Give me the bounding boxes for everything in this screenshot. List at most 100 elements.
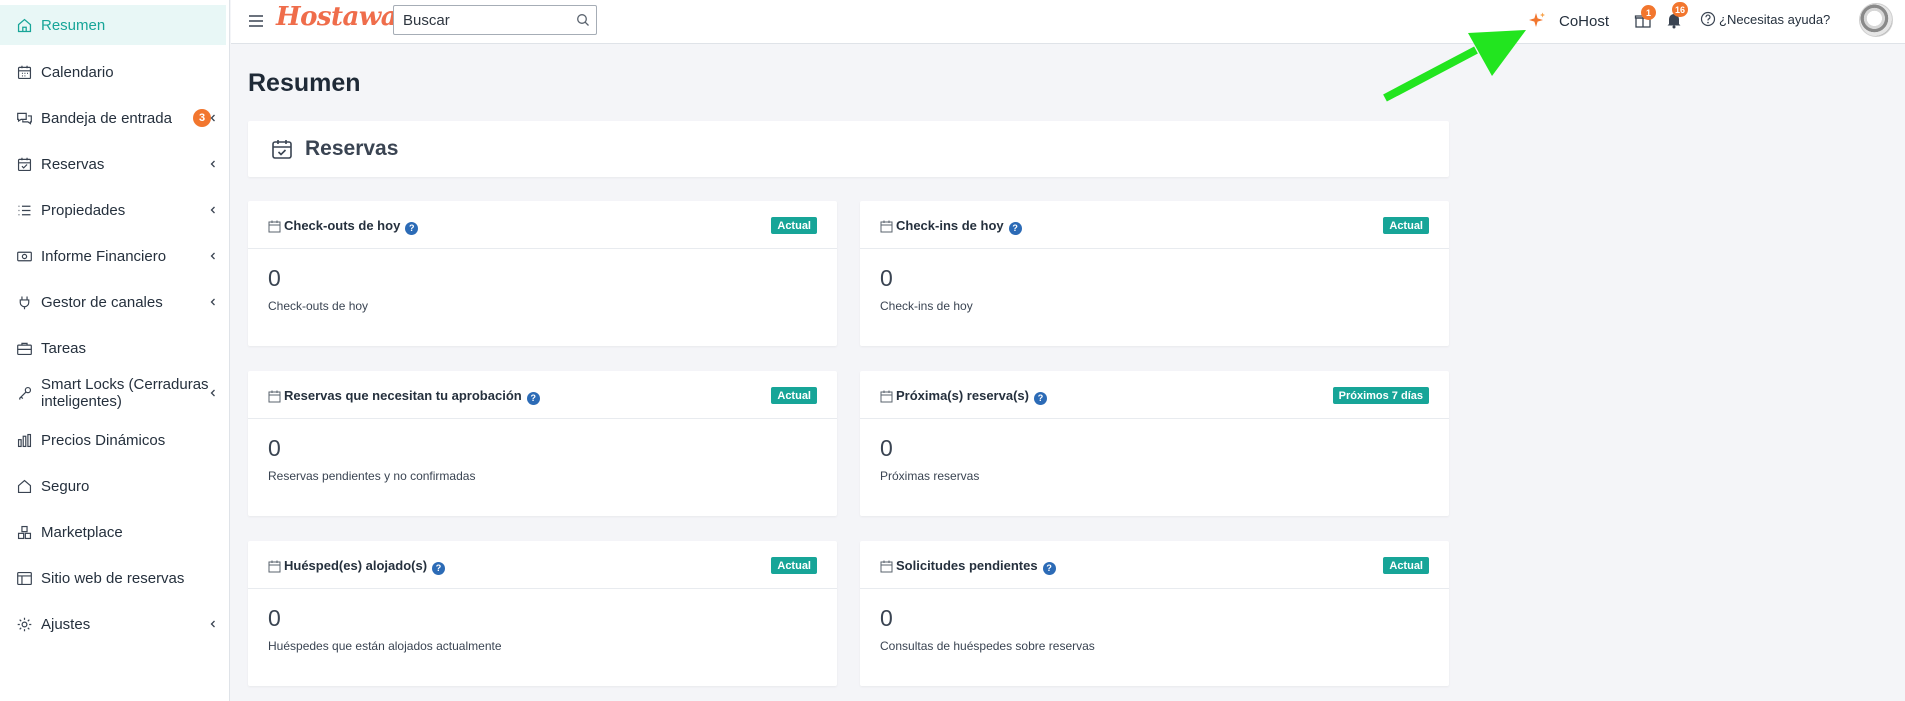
card-subtitle: Consultas de huéspedes sobre reservas xyxy=(880,639,1095,653)
annotation-arrow-icon xyxy=(1383,30,1526,102)
card-header: Reservas que necesitan tu aprobación? Ac… xyxy=(248,371,837,419)
calendar-check-icon xyxy=(14,154,34,174)
question-icon[interactable]: ? xyxy=(405,221,419,235)
card-value: 0 xyxy=(268,605,281,631)
card-title: Próxima(s) reserva(s)? xyxy=(896,388,1047,405)
question-icon[interactable]: ? xyxy=(1042,561,1056,575)
sidebar-item-propiedades[interactable]: Propiedades xyxy=(0,190,226,230)
sidebar-item-informe-financiero[interactable]: Informe Financiero xyxy=(0,236,226,276)
sidebar-item-resumen[interactable]: Resumen xyxy=(0,5,226,45)
list-icon xyxy=(14,200,34,220)
card-subtitle: Check-outs de hoy xyxy=(268,299,369,313)
sidebar-item-label: Informe Financiero xyxy=(41,247,167,265)
card-header: Check-outs de hoy? Actual xyxy=(248,201,837,249)
help-label: ¿Necesitas ayuda? xyxy=(1719,11,1831,27)
sidebar-item-ajustes[interactable]: Ajustes xyxy=(0,604,226,644)
card-header: Check-ins de hoy? Actual xyxy=(860,201,1449,249)
search-box xyxy=(393,5,597,35)
sidebar-item-smart-locks[interactable]: Smart Locks (Cerraduras inteligentes) xyxy=(0,373,226,413)
search-input[interactable] xyxy=(394,6,569,34)
sidebar-item-label: Smart Locks (Cerraduras inteligentes) xyxy=(41,376,209,410)
key-icon xyxy=(14,383,34,403)
stat-card[interactable]: Próxima(s) reserva(s)? Próximos 7 días 0… xyxy=(860,371,1449,516)
sidebar-item-marketplace[interactable]: Marketplace xyxy=(0,512,226,552)
chat-bubbles-icon xyxy=(14,108,34,128)
avatar[interactable] xyxy=(1859,3,1893,37)
gear-icon xyxy=(14,614,34,634)
sidebar-item-seguro[interactable]: Seguro xyxy=(0,466,226,506)
hamburger-menu-icon[interactable] xyxy=(247,12,265,30)
card-header: Solicitudes pendientes? Actual xyxy=(860,541,1449,589)
sidebar: Resumen Calendario Bandeja de entrada 3 … xyxy=(0,0,230,701)
chevron-left-icon xyxy=(210,114,215,122)
card-subtitle: Huéspedes que están alojados actualmente xyxy=(268,639,502,653)
sparkle-icon xyxy=(1529,12,1545,27)
calendar-small-icon xyxy=(268,560,281,573)
reservas-section-header: Reservas xyxy=(248,121,1449,177)
sidebar-item-label: Reservas xyxy=(41,155,105,173)
calendar-small-icon xyxy=(880,220,893,233)
sidebar-item-label: Precios Dinámicos xyxy=(41,431,166,449)
card-value: 0 xyxy=(880,435,893,461)
card-title: Huésped(es) alojado(s)? xyxy=(284,558,446,575)
sidebar-item-calendario[interactable]: Calendario xyxy=(0,52,226,92)
calendar-check-icon xyxy=(272,140,292,159)
bar-chart-icon xyxy=(14,430,34,450)
house-shield-icon xyxy=(14,476,34,496)
help-link[interactable]: ¿Necesitas ayuda? xyxy=(1700,11,1830,27)
chevron-left-icon xyxy=(210,160,215,168)
question-icon[interactable]: ? xyxy=(1008,221,1022,235)
sidebar-item-reservas[interactable]: Reservas xyxy=(0,144,226,184)
sidebar-item-sitio-web[interactable]: Sitio web de reservas xyxy=(0,558,226,598)
gift-badge: 1 xyxy=(1641,5,1656,20)
question-icon[interactable]: ? xyxy=(432,561,446,575)
hostaway-logo[interactable]: Hostaway xyxy=(276,2,412,32)
card-value: 0 xyxy=(268,435,281,461)
sidebar-item-label: Marketplace xyxy=(41,523,123,541)
calendar-small-icon xyxy=(880,390,893,403)
top-bar: Hostaway CoHost 1 16 ¿Necesitas ayuda? xyxy=(231,0,1905,44)
website-icon xyxy=(14,568,34,588)
sidebar-item-label: Propiedades xyxy=(41,201,126,219)
calendar-small-icon xyxy=(268,220,281,233)
calendar-small-icon xyxy=(268,390,281,403)
stat-card[interactable]: Check-outs de hoy? Actual 0 Check-outs d… xyxy=(248,201,837,346)
question-icon[interactable]: ? xyxy=(526,391,540,405)
sidebar-item-label: Tareas xyxy=(41,339,87,357)
card-title: Solicitudes pendientes? xyxy=(896,558,1056,575)
plug-icon xyxy=(14,292,34,312)
sidebar-item-label: Bandeja de entrada xyxy=(41,109,172,127)
card-title: Check-ins de hoy? xyxy=(896,218,1022,235)
stat-card[interactable]: Check-ins de hoy? Actual 0 Check-ins de … xyxy=(860,201,1449,346)
money-icon xyxy=(14,246,34,266)
card-value: 0 xyxy=(268,265,281,291)
sidebar-item-gestor-canales[interactable]: Gestor de canales xyxy=(0,282,226,322)
sidebar-item-tareas[interactable]: Tareas xyxy=(0,328,226,368)
chevron-left-icon xyxy=(210,252,215,260)
section-title: Reservas xyxy=(305,137,399,160)
card-title: Check-outs de hoy? xyxy=(284,218,419,235)
card-value: 0 xyxy=(880,605,893,631)
question-icon[interactable]: ? xyxy=(1033,391,1047,405)
period-tag: Próximos 7 días xyxy=(1332,387,1429,404)
sidebar-item-bandeja[interactable]: Bandeja de entrada 3 xyxy=(0,98,226,138)
sidebar-item-label: Calendario xyxy=(41,63,114,81)
chevron-left-icon xyxy=(210,620,215,628)
stat-card[interactable]: Reservas que necesitan tu aprobación? Ac… xyxy=(248,371,837,516)
card-subtitle: Check-ins de hoy xyxy=(880,299,973,313)
stat-card[interactable]: Solicitudes pendientes? Actual 0 Consult… xyxy=(860,541,1449,686)
briefcase-icon xyxy=(14,338,34,358)
question-circle-icon xyxy=(1700,11,1716,27)
page-title: Resumen xyxy=(248,69,361,97)
notifications-badge: 16 xyxy=(1672,2,1689,17)
stat-card[interactable]: Huésped(es) alojado(s)? Actual 0 Huésped… xyxy=(248,541,837,686)
card-subtitle: Reservas pendientes y no confirmadas xyxy=(268,469,476,483)
calendar-small-icon xyxy=(880,560,893,573)
sidebar-item-label: Resumen xyxy=(41,16,106,34)
sidebar-item-precios-dinamicos[interactable]: Precios Dinámicos xyxy=(0,420,226,460)
sidebar-item-label: Seguro xyxy=(41,477,90,495)
chevron-left-icon xyxy=(210,389,215,397)
search-icon[interactable] xyxy=(576,13,590,27)
cohost-button[interactable]: CoHost xyxy=(1527,9,1609,33)
sidebar-item-label: Ajustes xyxy=(41,615,91,633)
